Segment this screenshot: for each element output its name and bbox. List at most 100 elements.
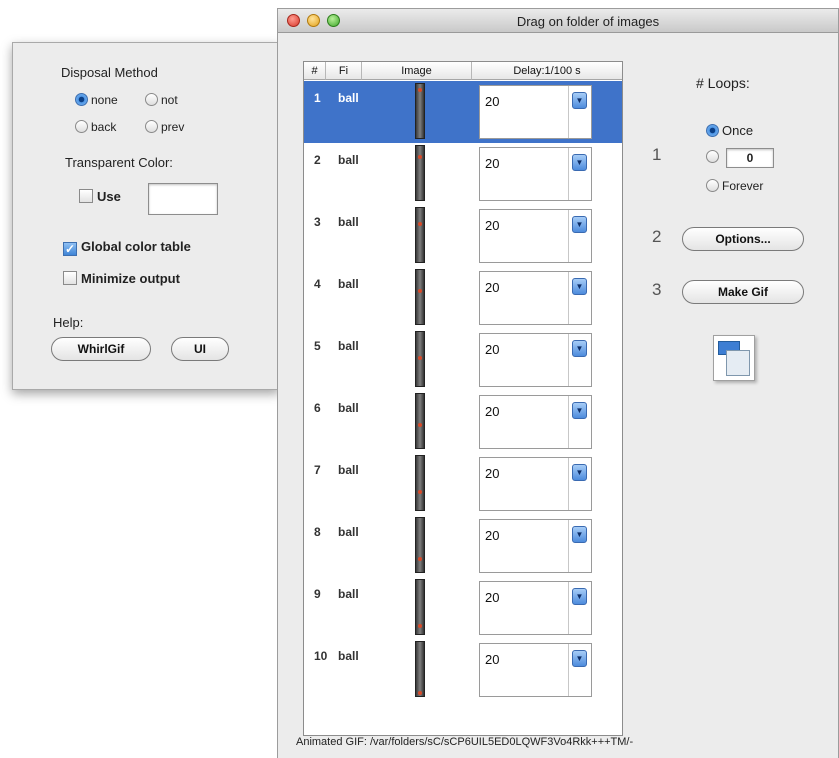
disposal-none-label: none <box>91 93 118 107</box>
step-2-label: 2 <box>652 227 662 246</box>
table-row[interactable]: 2 ball 20 ▼ <box>304 143 622 205</box>
table-row[interactable]: 6 ball 20 ▼ <box>304 391 622 453</box>
delay-combobox[interactable]: 20 ▼ <box>479 457 592 511</box>
disposal-option-prev[interactable]: prev <box>145 120 184 134</box>
frame-number: 6 <box>314 401 321 415</box>
loop-count-radio[interactable] <box>706 149 722 164</box>
ball-icon <box>418 557 422 561</box>
frame-number: 7 <box>314 463 321 477</box>
table-row[interactable]: 8 ball 20 ▼ <box>304 515 622 577</box>
options-panel: Disposal Method none not back prev Trans… <box>12 42 280 390</box>
table-row[interactable]: 7 ball 20 ▼ <box>304 453 622 515</box>
radio-none[interactable] <box>75 93 88 106</box>
table-row[interactable]: 1 ball 20 ▼ <box>304 81 622 143</box>
dropdown-arrow-icon[interactable]: ▼ <box>572 278 587 295</box>
column-header-number[interactable]: # <box>304 62 326 80</box>
dropdown-arrow-icon[interactable]: ▼ <box>572 340 587 357</box>
frame-thumbnail <box>415 455 425 511</box>
column-header-image[interactable]: Image <box>362 62 472 80</box>
table-row[interactable]: 9 ball 20 ▼ <box>304 577 622 639</box>
frames-table: # Fi Image Delay:1/100 s 1 ball 20 ▼ 2 ball 20… <box>303 61 623 736</box>
main-window: Drag on folder of images # Fi Image Dela… <box>277 8 839 758</box>
dropdown-arrow-icon[interactable]: ▼ <box>572 588 587 605</box>
make-gif-button[interactable]: Make Gif <box>682 280 804 304</box>
dropdown-arrow-icon[interactable]: ▼ <box>572 464 587 481</box>
frame-number: 4 <box>314 277 321 291</box>
minimize-checkbox-box[interactable] <box>63 271 77 285</box>
transparent-color-swatch[interactable] <box>148 183 218 215</box>
delay-combobox[interactable]: 20 ▼ <box>479 271 592 325</box>
ball-icon <box>418 222 422 226</box>
delay-combobox[interactable]: 20 ▼ <box>479 643 592 697</box>
dropdown-arrow-icon[interactable]: ▼ <box>572 92 587 109</box>
frame-number: 3 <box>314 215 321 229</box>
delay-value[interactable]: 20 <box>485 528 499 543</box>
disposal-option-none[interactable]: none <box>75 93 118 107</box>
disposal-prev-label: prev <box>161 120 185 134</box>
delay-value[interactable]: 20 <box>485 280 499 295</box>
global-color-table-checkbox[interactable]: ✓ Global color table <box>63 239 191 256</box>
frame-thumbnail <box>415 579 425 635</box>
delay-combobox[interactable]: 20 ▼ <box>479 581 592 635</box>
frame-number: 8 <box>314 525 321 539</box>
delay-combobox[interactable]: 20 ▼ <box>479 519 592 573</box>
frame-number: 10 <box>314 649 328 663</box>
use-transparent-checkbox[interactable]: Use <box>79 189 121 204</box>
delay-value[interactable]: 20 <box>485 342 499 357</box>
loop-count-input[interactable]: 0 <box>726 148 774 168</box>
table-row[interactable]: 4 ball 20 ▼ <box>304 267 622 329</box>
loop-forever-radio[interactable]: Forever <box>706 179 763 193</box>
dropdown-arrow-icon[interactable]: ▼ <box>572 154 587 171</box>
column-header-delay[interactable]: Delay:1/100 s <box>472 62 622 80</box>
minimize-label: Minimize output <box>81 271 180 286</box>
ball-icon <box>418 490 422 494</box>
minimize-output-checkbox[interactable]: Minimize output <box>63 271 180 286</box>
delay-value[interactable]: 20 <box>485 652 499 667</box>
delay-combobox[interactable]: 20 ▼ <box>479 85 592 139</box>
radio-back[interactable] <box>75 120 88 133</box>
dropdown-arrow-icon[interactable]: ▼ <box>572 650 587 667</box>
loop-once-radio-button[interactable] <box>706 124 719 137</box>
dropdown-arrow-icon[interactable]: ▼ <box>572 402 587 419</box>
delay-combobox[interactable]: 20 ▼ <box>479 147 592 201</box>
delay-value[interactable]: 20 <box>485 404 499 419</box>
ball-icon <box>418 289 422 293</box>
loop-once-radio[interactable]: Once <box>706 123 753 138</box>
global-table-checkbox-box[interactable]: ✓ <box>63 242 77 256</box>
radio-prev[interactable] <box>145 120 158 133</box>
ball-icon <box>418 88 422 92</box>
options-button[interactable]: Options... <box>682 227 804 251</box>
delay-combobox[interactable]: 20 ▼ <box>479 395 592 449</box>
column-header-file[interactable]: Fi <box>326 62 362 80</box>
delay-value[interactable]: 20 <box>485 218 499 233</box>
frame-file-name: ball <box>338 153 359 167</box>
delay-value[interactable]: 20 <box>485 466 499 481</box>
radio-not[interactable] <box>145 93 158 106</box>
disposal-option-back[interactable]: back <box>75 120 116 134</box>
dropdown-arrow-icon[interactable]: ▼ <box>572 216 587 233</box>
frame-thumbnail <box>415 331 425 387</box>
loop-forever-radio-button[interactable] <box>706 179 719 192</box>
delay-value[interactable]: 20 <box>485 94 499 109</box>
loop-count-radio-button[interactable] <box>706 150 719 163</box>
frame-file-name: ball <box>338 401 359 415</box>
ball-icon <box>418 155 422 159</box>
loop-forever-label: Forever <box>722 179 764 193</box>
table-row[interactable]: 3 ball 20 ▼ <box>304 205 622 267</box>
delay-combobox[interactable]: 20 ▼ <box>479 333 592 387</box>
dropdown-arrow-icon[interactable]: ▼ <box>572 526 587 543</box>
delay-value[interactable]: 20 <box>485 590 499 605</box>
table-row[interactable]: 5 ball 20 ▼ <box>304 329 622 391</box>
frame-thumbnail <box>415 269 425 325</box>
gif-file-icon[interactable] <box>713 335 755 381</box>
title-bar[interactable]: Drag on folder of images <box>278 9 838 33</box>
ball-icon <box>418 356 422 360</box>
delay-value[interactable]: 20 <box>485 156 499 171</box>
use-checkbox-box[interactable] <box>79 189 93 203</box>
delay-combobox[interactable]: 20 ▼ <box>479 209 592 263</box>
table-row[interactable]: 10 ball 20 ▼ <box>304 639 622 701</box>
ui-help-button[interactable]: UI <box>171 337 229 361</box>
frame-thumbnail <box>415 145 425 201</box>
whirlgif-help-button[interactable]: WhirlGif <box>51 337 151 361</box>
disposal-option-not[interactable]: not <box>145 93 178 107</box>
